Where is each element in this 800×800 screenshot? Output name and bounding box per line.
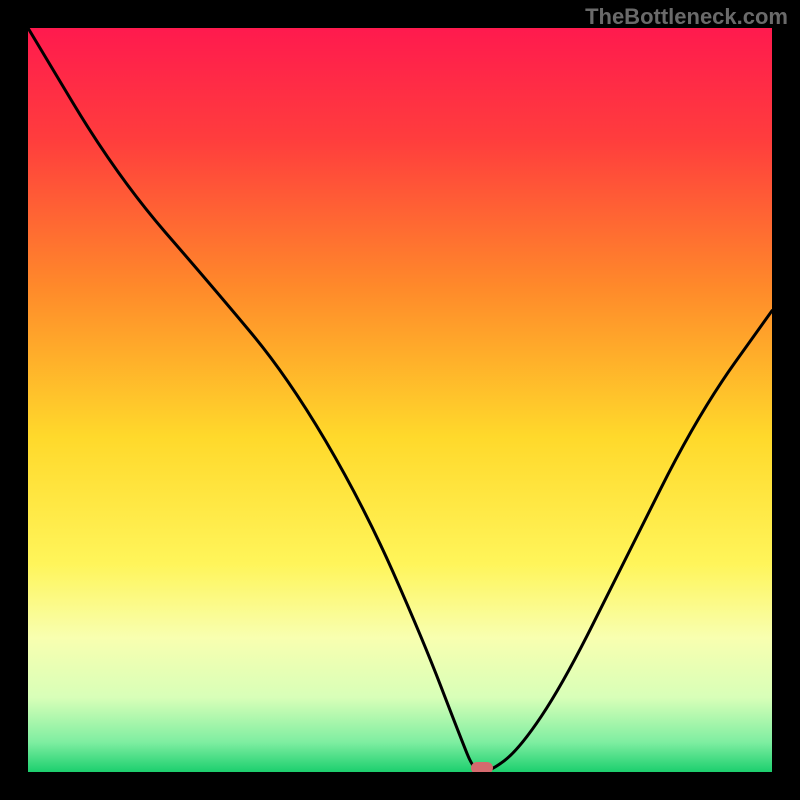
curve-path [28,28,772,772]
chart-curve [28,28,772,772]
plot-area [28,28,772,772]
chart-frame: TheBottleneck.com [0,0,800,800]
watermark: TheBottleneck.com [585,4,788,30]
optimal-marker [471,762,493,772]
